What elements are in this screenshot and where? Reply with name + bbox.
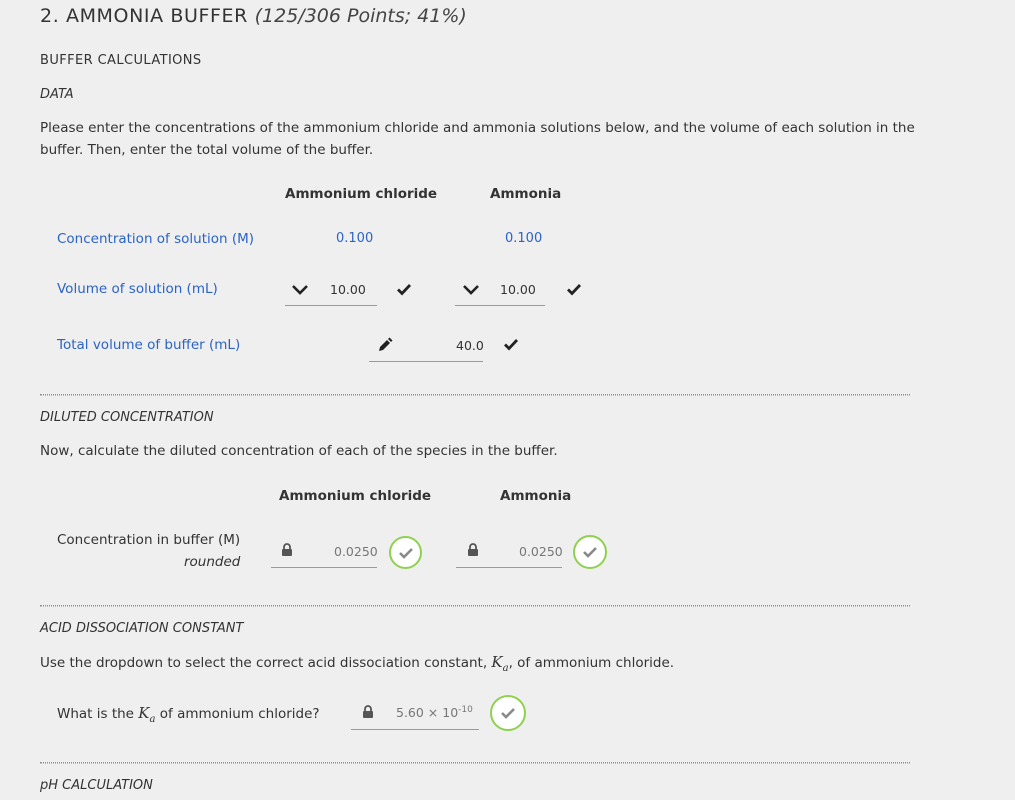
section-heading-buffer: BUFFER CALCULATIONS xyxy=(40,53,202,68)
correct-answer-badge xyxy=(389,536,422,569)
input-underline xyxy=(456,567,562,568)
ka-mantissa: 5.60 × 10 xyxy=(396,705,459,721)
row-label-volume: Volume of solution (mL) xyxy=(57,281,218,297)
chevron-down-icon[interactable] xyxy=(462,284,480,296)
column-header-ammonia: Ammonia xyxy=(490,186,562,202)
points-summary: (125/306 Points; 41%) xyxy=(254,5,467,27)
input-underline xyxy=(351,729,479,730)
lock-icon xyxy=(282,543,292,556)
checkmark-icon xyxy=(399,548,413,559)
section-heading-ph: pH CALCULATION xyxy=(40,778,153,793)
ka-exponent: -10 xyxy=(458,705,473,715)
row-sublabel-rounded: rounded xyxy=(184,554,241,570)
row-label-concentration-in-buffer: Concentration in buffer (M) xyxy=(57,532,241,548)
ka-symbol: Ka xyxy=(491,653,508,674)
total-volume-value: 40.0 xyxy=(456,338,484,353)
section-heading-ka: ACID DISSOCIATION CONSTANT xyxy=(40,621,244,636)
input-underline xyxy=(455,305,545,306)
concentration-ammonia: 0.100 xyxy=(505,231,543,246)
volume-ammonium-chloride-value: 10.00 xyxy=(330,282,366,297)
ka-answer-value: 5.60 × 10-10 xyxy=(396,705,473,720)
checkmark-icon xyxy=(567,284,582,296)
correct-answer-badge xyxy=(573,535,607,569)
ka-instructions-end: , of ammonium chloride. xyxy=(508,655,675,671)
buffer-instructions: Please enter the concentrations of the a… xyxy=(40,120,915,158)
column-header-ammonium-chloride: Ammonium chloride xyxy=(285,186,438,202)
chevron-down-icon[interactable] xyxy=(291,284,309,296)
checkmark-icon xyxy=(397,284,412,296)
data-subheading: DATA xyxy=(40,87,74,102)
ka-symbol-k: K xyxy=(491,653,503,671)
ka-symbol-sub: a xyxy=(149,714,156,725)
input-underline xyxy=(271,567,377,568)
question-name: 2. AMMONIA BUFFER xyxy=(40,5,248,27)
correct-answer-badge xyxy=(490,695,526,731)
diluted-ammonia-value: 0.0250 xyxy=(519,544,563,559)
diluted-instructions: Now, calculate the diluted concentration… xyxy=(40,443,558,459)
ka-question: What is the Ka of ammonium chloride? xyxy=(57,704,320,725)
ka-symbol-k: K xyxy=(138,704,150,722)
concentration-ammonium-chloride: 0.100 xyxy=(336,231,374,246)
row-label-total-volume: Total volume of buffer (mL) xyxy=(57,337,241,353)
input-underline xyxy=(285,305,377,306)
ka-instructions-start: Use the dropdown to select the correct a… xyxy=(40,655,488,671)
volume-ammonia-value: 10.00 xyxy=(500,282,536,297)
question-title: 2. AMMONIA BUFFER (125/306 Points; 41%) xyxy=(40,5,467,27)
column-header-ammonium-chloride: Ammonium chloride xyxy=(279,488,432,504)
lock-icon xyxy=(468,543,478,556)
row-label-concentration: Concentration of solution (M) xyxy=(57,231,255,247)
lock-icon xyxy=(363,705,373,718)
ka-question-end: of ammonium chloride? xyxy=(159,706,320,722)
input-underline xyxy=(369,361,483,362)
ka-question-start: What is the xyxy=(57,706,134,722)
checkmark-icon xyxy=(583,547,597,558)
pencil-icon[interactable] xyxy=(376,337,393,354)
diluted-ammonium-chloride-value: 0.0250 xyxy=(334,544,378,559)
ka-instructions: Use the dropdown to select the correct a… xyxy=(40,651,674,680)
column-header-ammonia: Ammonia xyxy=(500,488,572,504)
ka-symbol: Ka xyxy=(138,704,156,725)
checkmark-icon xyxy=(501,708,515,719)
section-divider xyxy=(40,762,910,764)
section-divider xyxy=(40,605,910,607)
section-divider xyxy=(40,394,910,396)
checkmark-icon xyxy=(504,339,519,351)
section-heading-diluted: DILUTED CONCENTRATION xyxy=(40,410,214,425)
